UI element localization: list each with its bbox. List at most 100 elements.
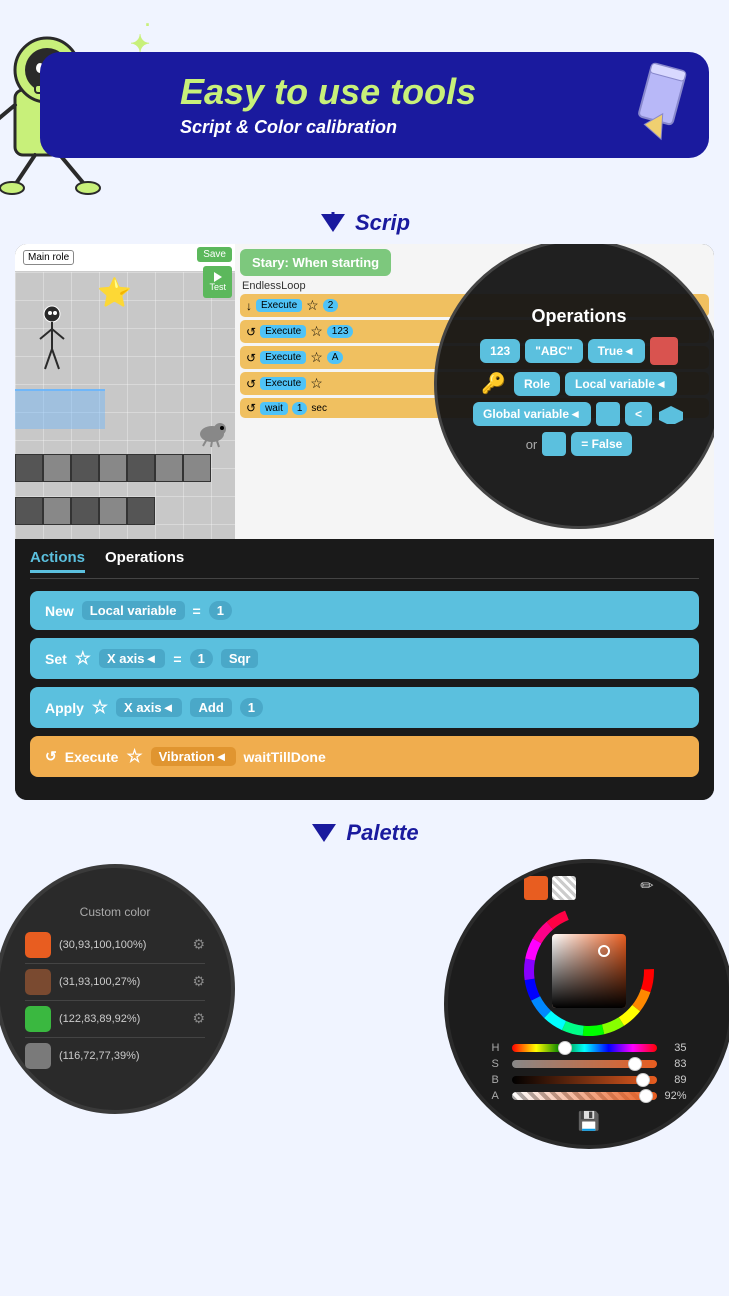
b-slider-row: B 89 — [492, 1074, 687, 1086]
custom-color-panel: Custom color (30,93,100,100%) ⚙ (31,93,1… — [0, 864, 235, 1114]
ops-abc-btn[interactable]: "ABC" — [525, 339, 582, 363]
hero-title: Easy to use tools — [180, 72, 684, 112]
h-track[interactable] — [512, 1044, 657, 1052]
ops-true-btn[interactable]: True◄ — [588, 339, 645, 363]
tabs-row: Actions Operations — [30, 549, 699, 579]
add-func: Add — [190, 698, 231, 717]
s-thumb[interactable] — [628, 1057, 642, 1071]
ops-local-var-btn[interactable]: Local variable◄ — [565, 372, 677, 396]
ops-box-btn[interactable] — [596, 402, 620, 426]
ops-or-label: or — [526, 437, 538, 452]
tile — [43, 497, 71, 525]
tile — [15, 454, 43, 482]
tile — [99, 454, 127, 482]
ops-row-4: or = False — [526, 432, 633, 456]
color-row-2: (31,93,100,27%) ⚙ — [25, 964, 205, 1001]
ops-box2-btn[interactable] — [542, 432, 566, 456]
x-axis-label: X axis◄ — [99, 649, 165, 668]
gear-icon-1[interactable]: ⚙ — [192, 936, 205, 953]
set-keyword: Set — [45, 651, 67, 667]
gear-icon-2[interactable]: ⚙ — [192, 973, 205, 990]
tile — [183, 454, 211, 482]
eyedropper-icon[interactable]: ✏ — [640, 876, 653, 900]
ops-color-btn[interactable] — [650, 337, 678, 365]
test-button[interactable]: Test — [203, 266, 232, 298]
hero-section: · ✦ · Easy to use tools Script & Color c… — [0, 0, 729, 200]
transparent-swatch[interactable] — [552, 876, 576, 900]
execute-label: Execute — [256, 299, 302, 312]
custom-color-title: Custom color — [80, 905, 151, 919]
s-slider-row: S 83 — [492, 1058, 687, 1070]
color-value-4: (116,72,77,39%) — [59, 1050, 205, 1062]
ops-equals-false-btn[interactable]: = False — [571, 432, 632, 456]
color-row-4: (116,72,77,39%) — [25, 1038, 205, 1074]
tile — [15, 497, 43, 525]
color-wheel[interactable] — [524, 906, 654, 1036]
star-icon-game: ⭐ — [97, 276, 132, 309]
picker-bottom-icons: 💾 — [578, 1111, 600, 1132]
block-star-icon: ☆ — [310, 375, 323, 392]
execute-keyword: Execute — [65, 749, 119, 765]
test-label: Test — [209, 282, 226, 292]
start-block[interactable]: Stary: When starting — [240, 249, 391, 276]
tile — [127, 454, 155, 482]
script-container: Main role Save Test ⭐ — [15, 244, 714, 800]
palette-arrow-icon — [310, 822, 338, 844]
new-keyword: New — [45, 603, 74, 619]
color-value-2: (31,93,100,27%) — [59, 976, 184, 988]
equals-sign2: = — [173, 651, 181, 667]
vibration-label: Vibration◄ — [151, 747, 236, 766]
ground-tiles — [15, 454, 235, 539]
block-star-icon: ☆ — [310, 323, 323, 340]
actions-section: Actions Operations New Local variable = … — [15, 539, 714, 800]
set-x-axis-block[interactable]: Set ☆ X axis◄ = 1 Sqr — [30, 638, 699, 679]
palette-swatches-top: ✏ — [524, 876, 653, 900]
save-button[interactable]: Save — [197, 247, 232, 262]
color-value-1: (30,93,100,100%) — [59, 939, 184, 951]
play-icon — [214, 272, 222, 282]
num-1: 1 — [209, 601, 232, 620]
gear-icon-3[interactable]: ⚙ — [192, 1010, 205, 1027]
ops-role-btn[interactable]: Role — [514, 372, 560, 396]
color-swatch-3 — [25, 1006, 51, 1032]
s-track[interactable] — [512, 1060, 657, 1068]
tile — [127, 497, 155, 525]
tab-actions[interactable]: Actions — [30, 549, 85, 573]
apply-x-axis-block[interactable]: Apply ☆ X axis◄ Add 1 — [30, 687, 699, 728]
water-area — [15, 389, 105, 429]
h-thumb[interactable] — [558, 1041, 572, 1055]
a-slider-row: A 92% — [492, 1090, 687, 1102]
a-track[interactable] — [512, 1092, 657, 1100]
star-icon2: ☆ — [92, 697, 108, 718]
hero-subtitle: Script & Color calibration — [180, 117, 684, 138]
sec-label: sec — [311, 403, 327, 414]
ops-123-btn[interactable]: 123 — [480, 339, 520, 363]
operations-panel: Operations 123 "ABC" True◄ 🔑 Role Local … — [434, 244, 714, 529]
new-local-var-block[interactable]: New Local variable = 1 — [30, 591, 699, 630]
ops-row-1: 123 "ABC" True◄ — [480, 337, 678, 365]
execute-vibration-block[interactable]: ↺ Execute ☆ Vibration◄ waitTillDone — [30, 736, 699, 777]
ops-less-btn[interactable]: < — [625, 402, 652, 426]
b-track[interactable] — [512, 1076, 657, 1084]
refresh-icon: ↺ — [45, 748, 57, 765]
color-sliders: H 35 S 83 B 89 — [492, 1042, 687, 1106]
animal-sprite — [195, 414, 230, 449]
h-value: 35 — [662, 1042, 687, 1054]
tab-operations[interactable]: Operations — [105, 549, 184, 573]
active-swatch[interactable] — [524, 876, 548, 900]
a-thumb[interactable] — [639, 1089, 653, 1103]
b-label: B — [492, 1074, 507, 1086]
color-swatch-1 — [25, 932, 51, 958]
block-num-1: 1 — [292, 402, 308, 415]
save-icon[interactable]: 💾 — [578, 1111, 600, 1132]
num-1c: 1 — [240, 698, 263, 717]
hero-banner: Easy to use tools Script & Color calibra… — [40, 52, 709, 158]
a-value: 92% — [662, 1090, 687, 1102]
block-num: 2 — [323, 299, 339, 312]
b-thumb[interactable] — [636, 1073, 650, 1087]
ops-global-var-btn[interactable]: Global variable◄ — [473, 402, 591, 426]
color-row-3: (122,83,89,92%) ⚙ — [25, 1001, 205, 1038]
equals-sign: = — [193, 603, 201, 619]
h-label: H — [492, 1042, 507, 1054]
wait-till-done: waitTillDone — [244, 749, 326, 765]
